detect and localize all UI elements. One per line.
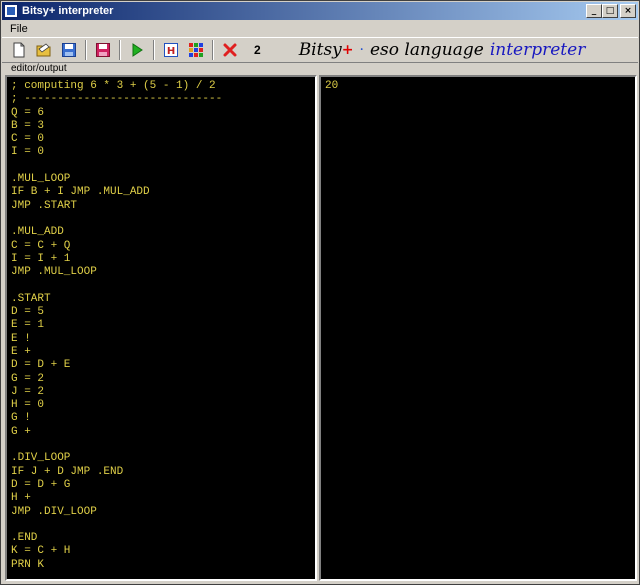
toolbar: H 2 Bitsy + · eso language interpreter (2, 37, 638, 63)
toolbar-separator (212, 40, 214, 60)
color-grid-icon (189, 43, 203, 57)
close-x-icon (223, 43, 237, 57)
minimize-button[interactable]: _ (586, 4, 602, 18)
editor-output-label: editor/output (9, 63, 69, 74)
play-icon (132, 43, 143, 57)
brand-plus: + (341, 42, 354, 58)
counter-label: 2 (254, 43, 261, 57)
maximize-button[interactable]: □ (602, 4, 618, 18)
help-icon: H (164, 43, 178, 57)
run-button[interactable] (126, 39, 148, 61)
brand-middle: eso language (369, 40, 484, 60)
open-file-icon (36, 43, 51, 57)
new-file-button[interactable] (8, 39, 30, 61)
app-window: Bitsy+ interpreter _ □ × File H 2 Bitsy … (0, 0, 640, 585)
code-editor[interactable]: ; computing 6 * 3 + (5 - 1) / 2 ; ------… (5, 75, 317, 581)
svg-text:H: H (167, 46, 175, 57)
close-button[interactable]: × (620, 4, 636, 18)
brand-name: Bitsy (298, 40, 342, 60)
brand-tail: interpreter (489, 40, 586, 60)
new-file-icon (13, 42, 25, 58)
save-as-icon (96, 43, 110, 57)
save-button[interactable] (58, 39, 80, 61)
menu-bar: File (2, 20, 638, 37)
menu-file[interactable]: File (8, 23, 30, 35)
stop-button[interactable] (219, 39, 241, 61)
toolbar-separator (85, 40, 87, 60)
brand-banner: Bitsy + · eso language interpreter (299, 40, 586, 60)
window-title: Bitsy+ interpreter (22, 5, 114, 17)
toolbar-separator (119, 40, 121, 60)
output-panel[interactable]: 20 (319, 75, 637, 581)
save-as-button[interactable] (92, 39, 114, 61)
output-text: 20 (325, 80, 339, 92)
toolbar-separator (153, 40, 155, 60)
open-file-button[interactable] (33, 39, 55, 61)
palette-button[interactable] (185, 39, 207, 61)
app-icon (4, 4, 18, 18)
brand-separator: · (359, 42, 364, 58)
title-bar[interactable]: Bitsy+ interpreter _ □ × (2, 2, 638, 20)
save-icon (62, 43, 76, 57)
code-text[interactable]: ; computing 6 * 3 + (5 - 1) / 2 ; ------… (7, 77, 315, 572)
help-button[interactable]: H (160, 39, 182, 61)
